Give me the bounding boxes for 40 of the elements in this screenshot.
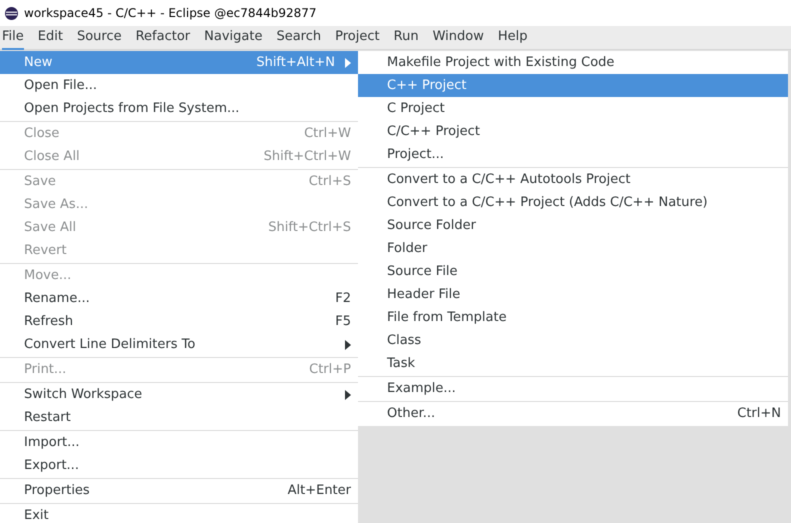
menu-item[interactable]: Source Folder [358, 214, 788, 237]
menu-item[interactable]: C Project [358, 97, 788, 120]
menu-item[interactable]: Exit [0, 504, 358, 523]
menu-item[interactable]: Export... [0, 454, 358, 477]
menu-item[interactable]: Task [358, 352, 788, 375]
menu-bar-item[interactable]: Edit [38, 26, 63, 50]
menu-item[interactable]: Other... Ctrl+N [358, 402, 788, 425]
menu-bar-item[interactable]: Refactor [136, 26, 190, 50]
menu-bar-item[interactable]: Search [276, 26, 322, 50]
submenu-arrow-icon [345, 58, 351, 68]
menu-item[interactable]: Convert Line Delimiters To [0, 333, 358, 356]
menu-item[interactable]: Folder [358, 237, 788, 260]
window-title: workspace45 - C/C++ - Eclipse @ec7844b92877 [24, 5, 317, 22]
submenu-arrow-icon [345, 340, 351, 350]
menu-bar-item[interactable]: Run [394, 26, 419, 50]
menu-item[interactable]: Example... [358, 377, 788, 400]
menu-bar-item[interactable]: Navigate [204, 26, 262, 50]
menu-bar-item[interactable]: Project [335, 26, 380, 50]
app-logo-icon [5, 6, 18, 20]
menu-item[interactable]: Header File [358, 283, 788, 306]
menu-item[interactable]: Refresh F5 [0, 310, 358, 333]
menu-item[interactable]: Import... [0, 431, 358, 454]
menu-item[interactable]: Switch Workspace [0, 383, 358, 406]
menu-item[interactable]: Makefile Project with Existing Code [358, 51, 788, 74]
menu-item[interactable]: Source File [358, 260, 788, 283]
submenu-arrow-icon [345, 390, 351, 400]
menu-item[interactable]: Class [358, 329, 788, 352]
menu-item[interactable]: C/C++ Project [358, 120, 788, 143]
menu-item[interactable]: Restart [0, 406, 358, 429]
menu-item[interactable]: File from Template [358, 306, 788, 329]
menu-item[interactable]: Properties Alt+Enter [0, 479, 358, 502]
menu-bar-item[interactable]: Source [76, 26, 122, 50]
menu-bar-item[interactable]: Window [432, 26, 484, 50]
menu-item[interactable]: Open Projects from File System... [0, 97, 358, 120]
menu-item[interactable]: Convert to a C/C++ Autotools Project [358, 168, 788, 191]
menu-item[interactable]: Open File... [0, 74, 358, 97]
menu-item[interactable]: Rename... F2 [0, 287, 358, 310]
menu-item[interactable]: Project... [358, 143, 788, 166]
menu-item[interactable]: Convert to a C/C++ Project (Adds C/C++ Nature) [358, 191, 788, 214]
menu-bar-item[interactable]: Help [498, 26, 528, 50]
